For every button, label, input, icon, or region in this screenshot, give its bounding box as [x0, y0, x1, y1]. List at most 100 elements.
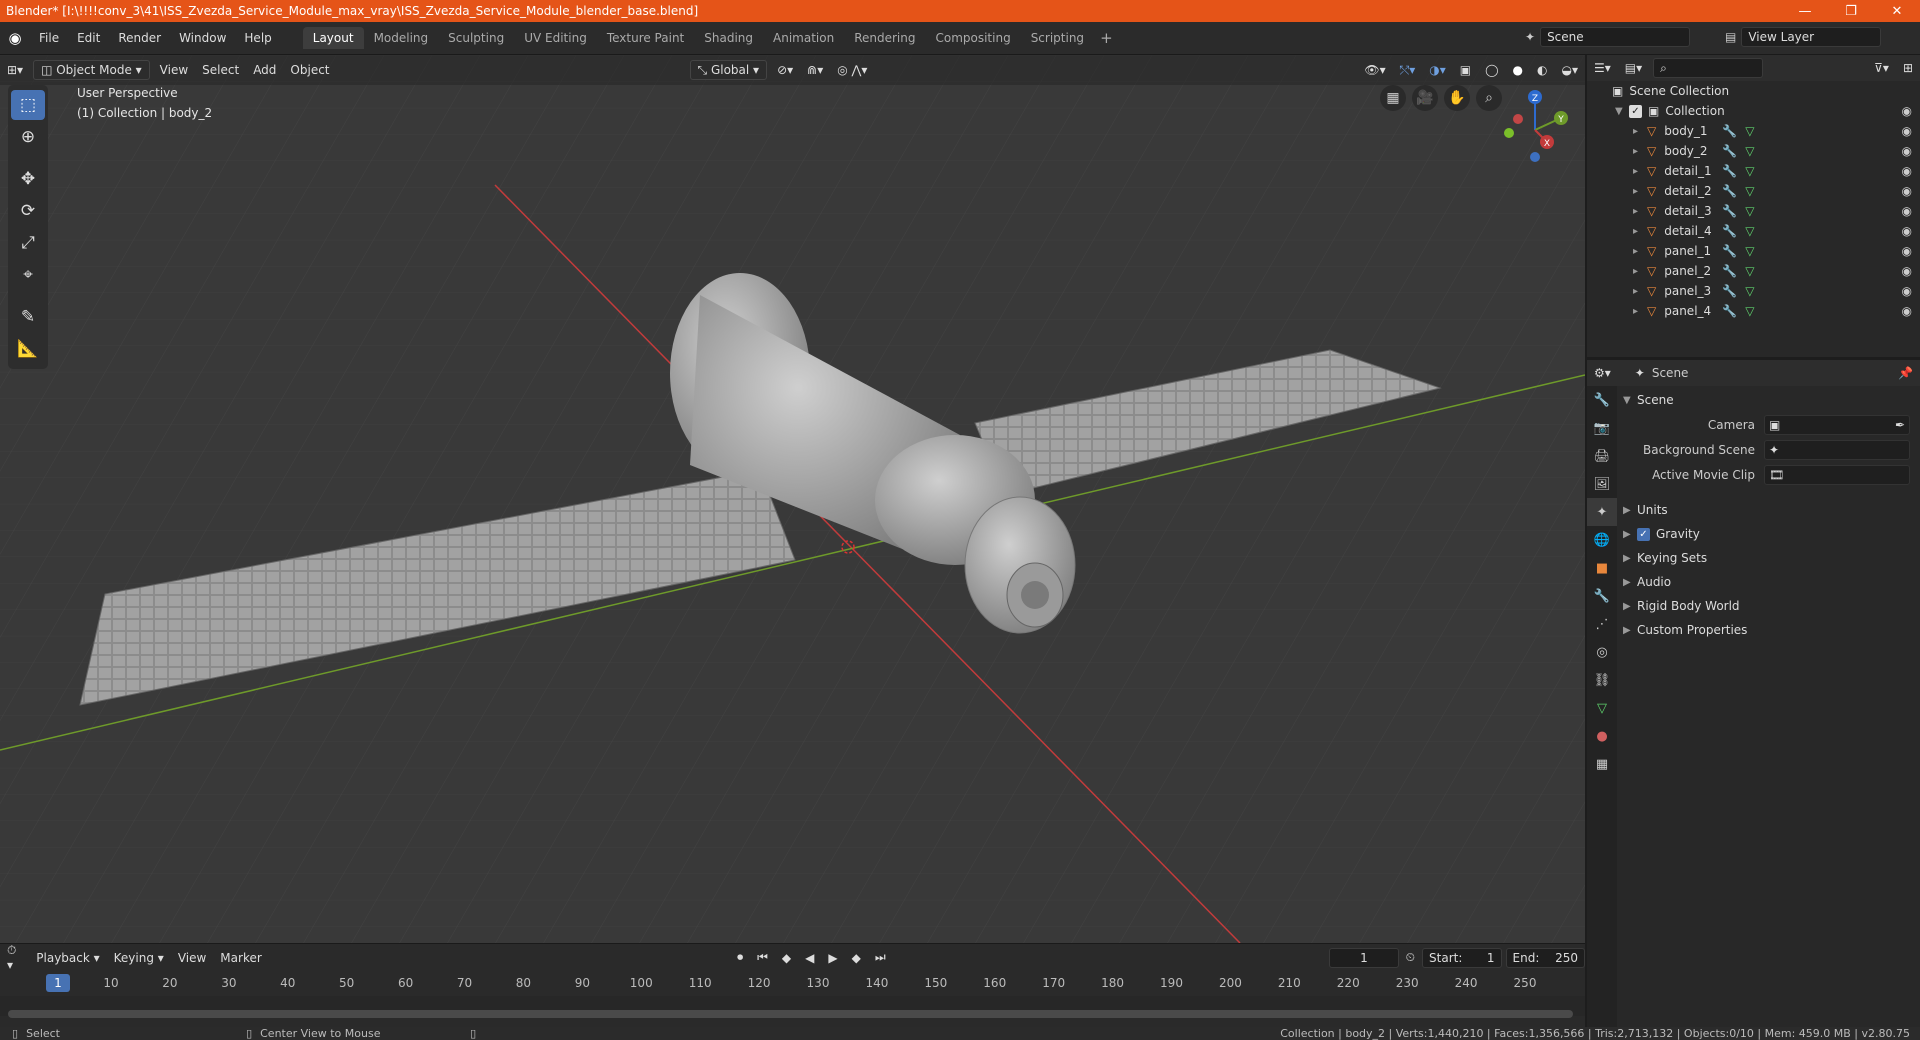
measure-tool-icon[interactable]: 📐	[11, 334, 45, 364]
expand-chevron-icon[interactable]: ▼	[1615, 106, 1629, 117]
outliner-object-row[interactable]: ▸ ▽ body_2 🔧 ▽ ◉	[1587, 141, 1920, 161]
jump-end-icon[interactable]: ⏭	[868, 948, 893, 968]
3d-viewport[interactable]: ⊞▾ ◫ Object Mode ▾ View Select Add Objec…	[0, 55, 1585, 943]
world-tab-icon[interactable]: 🌐	[1587, 526, 1617, 554]
mesh-data-icon[interactable]: ▽	[1745, 244, 1754, 258]
visibility-eye-icon[interactable]: ◉	[1902, 304, 1912, 318]
new-collection-icon[interactable]: ⊞	[1896, 58, 1920, 78]
outliner-scene-collection[interactable]: ▣ Scene Collection	[1587, 81, 1920, 101]
outliner-object-row[interactable]: ▸ ▽ panel_1 🔧 ▽ ◉	[1587, 241, 1920, 261]
scene-panel-header[interactable]: ▼ Scene	[1623, 388, 1920, 412]
timeline-editor-type-icon[interactable]: ⏱▾	[0, 943, 29, 972]
collection-checkbox[interactable]: ✓	[1629, 104, 1642, 118]
gravity-checkbox[interactable]: ✓	[1637, 527, 1650, 541]
workspace-tab-rendering[interactable]: Rendering	[844, 27, 925, 49]
rotate-tool-icon[interactable]: ⟳	[11, 196, 45, 226]
close-button[interactable]: ✕	[1874, 0, 1920, 22]
mesh-data-icon[interactable]: ▽	[1745, 264, 1754, 278]
navigation-gizmo[interactable]: Z Y X	[1495, 85, 1575, 165]
jump-start-icon[interactable]: ⏮	[750, 948, 775, 968]
menu-file[interactable]: File	[30, 22, 68, 55]
visibility-eye-icon[interactable]: ◉	[1902, 264, 1912, 278]
outliner-object-row[interactable]: ▸ ▽ panel_3 🔧 ▽ ◉	[1587, 281, 1920, 301]
physics-tab-icon[interactable]: ◎	[1587, 638, 1617, 666]
modifier-icon[interactable]: 🔧	[1722, 304, 1737, 318]
rigid-body-world-panel[interactable]: ▶ Rigid Body World	[1623, 594, 1920, 618]
modifier-icon[interactable]: 🔧	[1722, 204, 1737, 218]
mesh-data-icon[interactable]: ▽	[1745, 184, 1754, 198]
stopwatch-icon[interactable]: ⏲	[1399, 948, 1422, 968]
move-tool-icon[interactable]: ✥	[11, 164, 45, 194]
display-mode-icon[interactable]: ▤▾	[1618, 58, 1649, 78]
background-scene-field[interactable]: ✦	[1764, 440, 1910, 460]
visibility-eye-icon[interactable]: ◉	[1902, 104, 1912, 118]
workspace-tab-modeling[interactable]: Modeling	[364, 27, 439, 49]
mesh-data-icon[interactable]: ▽	[1745, 224, 1754, 238]
shading-wireframe-icon[interactable]: ◯	[1478, 60, 1505, 80]
pan-hand-icon[interactable]: ✋	[1444, 85, 1470, 111]
visibility-icon[interactable]: 👁▾	[1357, 60, 1392, 80]
current-frame-indicator[interactable]: 1	[46, 974, 70, 992]
viewport-menu-select[interactable]: Select	[195, 60, 246, 80]
end-frame-field[interactable]: End: 250	[1505, 947, 1585, 968]
particles-tab-icon[interactable]: ⋰	[1587, 610, 1617, 638]
menu-window[interactable]: Window	[170, 22, 235, 55]
expand-chevron-icon[interactable]: ▸	[1633, 306, 1647, 317]
expand-chevron-icon[interactable]: ▸	[1633, 246, 1647, 257]
expand-chevron-icon[interactable]: ▸	[1633, 206, 1647, 217]
viewport-menu-add[interactable]: Add	[246, 60, 283, 80]
mesh-data-icon[interactable]: ▽	[1745, 204, 1754, 218]
menu-edit[interactable]: Edit	[68, 22, 109, 55]
render-tab-icon[interactable]: 📷	[1587, 414, 1617, 442]
camera-field[interactable]: ▣ ✒	[1764, 415, 1910, 435]
camera-view-icon[interactable]: 🎥	[1412, 85, 1438, 111]
frame-ruler[interactable]: 1 10 20 30 40 50 60 70 80 90 100 110 120 130 140 150 160…	[0, 974, 1585, 994]
menu-render[interactable]: Render	[109, 22, 170, 55]
filter-icon[interactable]: ⊽▾	[1867, 58, 1896, 78]
gizmo-neg-z[interactable]	[1530, 152, 1540, 162]
outliner-collection[interactable]: ▼ ✓ ▣ Collection ◉	[1587, 101, 1920, 121]
select-box-tool-icon[interactable]: ⬚	[11, 90, 45, 120]
workspace-tab-layout[interactable]: Layout	[302, 27, 364, 49]
cursor-tool-icon[interactable]: ⊕	[11, 122, 45, 152]
gizmo-toggle-icon[interactable]: ⤲▾	[1393, 60, 1423, 80]
outliner-object-row[interactable]: ▸ ▽ detail_2 🔧 ▽ ◉	[1587, 181, 1920, 201]
expand-chevron-icon[interactable]: ▸	[1633, 186, 1647, 197]
tool-tab-icon[interactable]: 🔧	[1587, 386, 1617, 414]
expand-chevron-icon[interactable]: ▸	[1633, 226, 1647, 237]
timeline-menu-marker[interactable]: Marker	[213, 948, 268, 968]
start-frame-field[interactable]: Start: 1	[1422, 947, 1502, 968]
jump-keyframe-back-icon[interactable]: ◆	[775, 948, 798, 968]
play-reverse-icon[interactable]: ◀	[798, 948, 821, 968]
record-icon[interactable]: ⏺	[730, 948, 750, 968]
timeline-editor[interactable]: ⏱▾ Playback ▾ Keying ▾ View Marker ⏺ ⏮ ◆…	[0, 943, 1585, 1027]
modifier-icon[interactable]: 🔧	[1722, 184, 1737, 198]
annotate-tool-icon[interactable]: ✎	[11, 302, 45, 332]
timeline-menu-view[interactable]: View	[171, 948, 213, 968]
view-layer-field[interactable]: View Layer	[1741, 27, 1882, 47]
add-workspace-button[interactable]: +	[1094, 27, 1119, 49]
shading-rendered-icon[interactable]: ◒▾	[1555, 60, 1586, 80]
mesh-data-icon[interactable]: ▽	[1745, 304, 1754, 318]
data-tab-icon[interactable]: ▽	[1587, 694, 1617, 722]
shading-solid-icon[interactable]: ●	[1506, 60, 1530, 80]
pin-icon[interactable]: 📌	[1891, 363, 1920, 383]
scene-tab-icon[interactable]: ✦	[1587, 498, 1617, 526]
modifier-icon[interactable]: 🔧	[1722, 264, 1737, 278]
modifier-tab-icon[interactable]: 🔧	[1587, 582, 1617, 610]
visibility-eye-icon[interactable]: ◉	[1902, 124, 1912, 138]
modifier-icon[interactable]: 🔧	[1722, 244, 1737, 258]
expand-chevron-icon[interactable]: ▸	[1633, 126, 1647, 137]
keying-sets-panel[interactable]: ▶ Keying Sets	[1623, 546, 1920, 570]
outliner-search-input[interactable]: ⌕	[1653, 58, 1764, 78]
outliner-object-row[interactable]: ▸ ▽ detail_3 🔧 ▽ ◉	[1587, 201, 1920, 221]
units-panel[interactable]: ▶ Units	[1623, 498, 1920, 522]
modifier-icon[interactable]: 🔧	[1722, 224, 1737, 238]
active-movie-clip-field[interactable]: 🎞	[1764, 465, 1910, 485]
transform-orientation-dropdown[interactable]: ⤡ Global ▾	[689, 60, 768, 80]
visibility-eye-icon[interactable]: ◉	[1902, 244, 1912, 258]
timeline-menu-playback[interactable]: Playback ▾	[29, 948, 106, 968]
outliner-object-row[interactable]: ▸ ▽ body_1 🔧 ▽ ◉	[1587, 121, 1920, 141]
custom-properties-panel[interactable]: ▶ Custom Properties	[1623, 618, 1920, 642]
visibility-eye-icon[interactable]: ◉	[1902, 164, 1912, 178]
